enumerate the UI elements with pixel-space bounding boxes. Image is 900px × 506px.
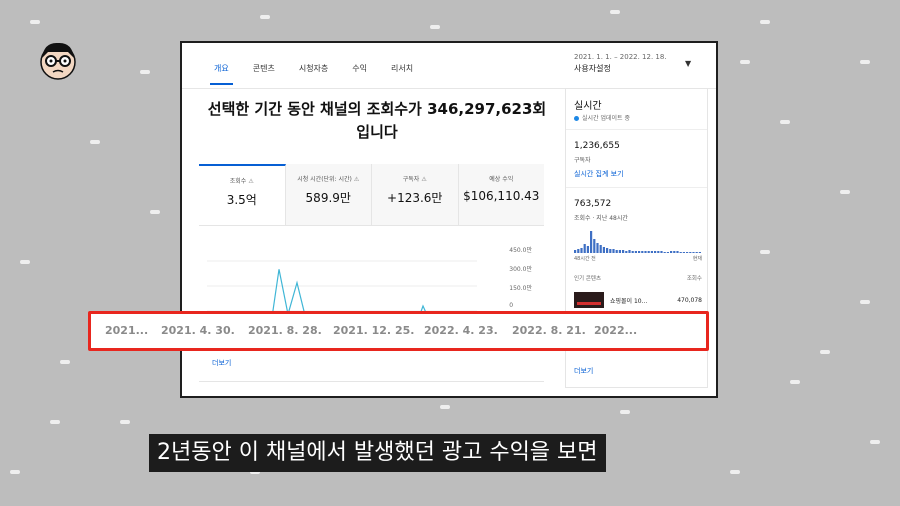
metric-value: 3.5억 bbox=[226, 193, 257, 207]
realtime-bar bbox=[593, 239, 596, 253]
realtime-title: 실시간 bbox=[574, 101, 602, 112]
video-subtitle: 2년동안 이 채널에서 발생했던 광고 수익을 보면 bbox=[149, 434, 606, 472]
date-range-text: 2021. 1. 1. – 2022. 12. 18. bbox=[574, 53, 667, 61]
y-tick-label: 300.0만 bbox=[509, 266, 532, 273]
realtime-bar bbox=[682, 252, 685, 253]
realtime-bar bbox=[657, 251, 660, 253]
realtime-bar bbox=[596, 243, 599, 253]
subscriber-label: 구독자 bbox=[574, 157, 591, 164]
divider bbox=[566, 129, 707, 130]
metric-label: 조회수 bbox=[229, 178, 247, 185]
metric-views[interactable]: 조회수 ⚠ 3.5억 bbox=[199, 164, 286, 225]
divider bbox=[566, 187, 707, 188]
date-label: 2022. 8. 21. bbox=[512, 324, 586, 337]
realtime-bar bbox=[618, 250, 621, 253]
date-label: 2021. 8. 28. bbox=[248, 324, 322, 337]
realtime-status: 실시간 업데이트 중 bbox=[574, 113, 630, 122]
realtime-link[interactable]: 실시간 집계 보기 bbox=[574, 169, 624, 179]
realtime-views-label: 조회수 · 지난 48시간 bbox=[574, 215, 628, 222]
realtime-bar bbox=[698, 252, 701, 253]
popular-content-header: 인기 콘텐츠 조회수 bbox=[574, 276, 702, 282]
realtime-bar bbox=[663, 252, 666, 253]
metric-value: +123.6만 bbox=[387, 191, 443, 205]
realtime-bar bbox=[692, 252, 695, 253]
y-axis-labels: 450.0만 300.0만 150.0만 0 bbox=[509, 245, 532, 321]
warning-icon: ⚠ bbox=[421, 176, 427, 183]
realtime-bar bbox=[606, 248, 609, 253]
chevron-down-icon[interactable]: ▼ bbox=[685, 59, 691, 68]
realtime-bar bbox=[647, 251, 650, 253]
realtime-bar bbox=[574, 250, 577, 253]
realtime-bar bbox=[609, 249, 612, 253]
metric-subscribers[interactable]: 구독자 ⚠ +123.6만 bbox=[372, 164, 459, 225]
y-tick-label: 150.0만 bbox=[509, 285, 532, 292]
metric-value: 589.9만 bbox=[305, 191, 351, 205]
realtime-bar bbox=[631, 251, 634, 253]
realtime-views: 763,572 bbox=[574, 199, 612, 209]
date-label: 2021... bbox=[105, 324, 149, 337]
y-tick-label: 450.0만 bbox=[509, 247, 532, 254]
highlighted-date-axis: 2021... 2021. 4. 30. 2021. 8. 28. 2021. … bbox=[88, 311, 709, 351]
realtime-bar bbox=[634, 251, 637, 253]
realtime-bar bbox=[638, 251, 641, 253]
metrics-row: 조회수 ⚠ 3.5억 시청 시간(단위: 시간) ⚠ 589.9만 구독자 ⚠ +12… bbox=[199, 164, 544, 226]
realtime-bar bbox=[695, 252, 698, 253]
realtime-bar bbox=[625, 251, 628, 253]
realtime-bar bbox=[586, 246, 589, 253]
realtime-bar bbox=[670, 251, 673, 253]
metric-watch-time[interactable]: 시청 시간(단위: 시간) ⚠ 589.9만 bbox=[285, 164, 372, 225]
realtime-axis: 48시간 전 현재 bbox=[574, 256, 702, 262]
realtime-bar bbox=[686, 252, 689, 253]
realtime-bar bbox=[599, 245, 602, 253]
realtime-bar bbox=[602, 247, 605, 253]
realtime-bar bbox=[577, 249, 580, 253]
date-label: 2022... bbox=[594, 324, 638, 337]
more-link[interactable]: 더보기 bbox=[212, 358, 231, 368]
video-thumbnail bbox=[574, 292, 604, 308]
realtime-bar bbox=[650, 251, 653, 253]
warning-icon: ⚠ bbox=[248, 178, 254, 185]
realtime-bar bbox=[580, 248, 583, 253]
realtime-bar-chart bbox=[574, 231, 701, 253]
date-label: 2022. 4. 23. bbox=[424, 324, 498, 337]
realtime-bar bbox=[628, 250, 631, 253]
realtime-bar bbox=[673, 251, 676, 253]
realtime-more-link[interactable]: 더보기 bbox=[574, 366, 593, 376]
metric-label: 시청 시간(단위: 시간) bbox=[297, 176, 352, 183]
realtime-bar bbox=[679, 252, 682, 253]
divider bbox=[199, 381, 544, 382]
realtime-bar bbox=[666, 252, 669, 253]
realtime-bar bbox=[644, 251, 647, 253]
date-label: 2021. 12. 25. bbox=[333, 324, 415, 337]
realtime-bar bbox=[676, 251, 679, 253]
realtime-bar bbox=[612, 249, 615, 253]
metric-revenue[interactable]: 예상 수익 $106,110.43 bbox=[458, 164, 544, 225]
date-range-selector[interactable]: 사용자설정 bbox=[574, 63, 611, 74]
realtime-bar bbox=[660, 251, 663, 253]
warning-icon: ⚠ bbox=[353, 176, 360, 183]
realtime-bar bbox=[590, 231, 593, 253]
realtime-bar bbox=[622, 250, 625, 253]
realtime-bar bbox=[654, 251, 657, 253]
avatar-icon bbox=[40, 42, 76, 80]
subscriber-count: 1,236,655 bbox=[574, 141, 620, 151]
realtime-bar bbox=[641, 251, 644, 253]
metric-label: 구독자 bbox=[402, 176, 420, 183]
page-title: 선택한 기간 동안 채널의 조회수가 346,297,623회입니다 bbox=[207, 100, 547, 141]
metric-value: $106,110.43 bbox=[463, 189, 540, 203]
realtime-bar bbox=[689, 252, 692, 253]
live-dot-icon bbox=[574, 116, 579, 121]
metric-label: 예상 수익 bbox=[489, 176, 514, 183]
date-label: 2021. 4. 30. bbox=[161, 324, 235, 337]
realtime-bar bbox=[583, 244, 586, 253]
popular-content-item[interactable]: 쇼핑몰이 10... 470,078 bbox=[574, 292, 702, 308]
realtime-bar bbox=[615, 250, 618, 253]
